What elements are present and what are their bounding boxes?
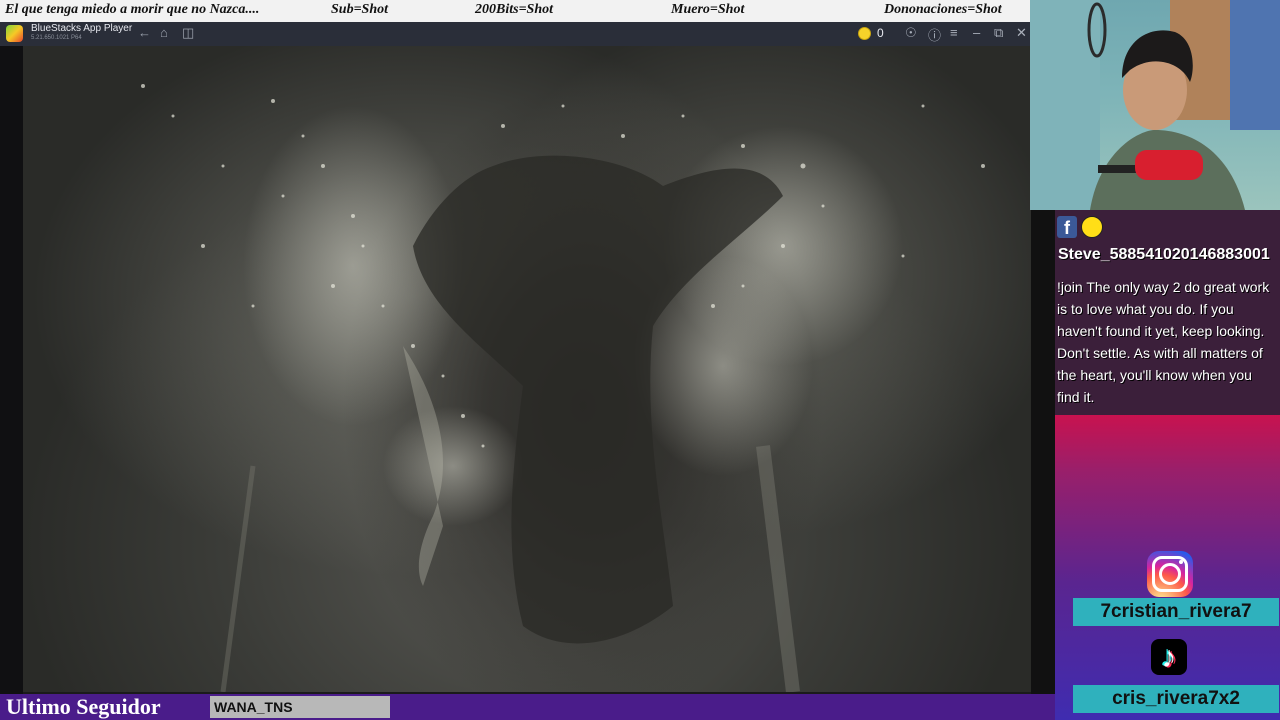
facebook-icon: f [1057,216,1077,238]
account-icon[interactable]: ☉ [905,25,917,41]
restore-icon[interactable]: ⧉ [994,25,1003,41]
tiktok-icon: ♪ [1151,639,1187,675]
last-follower-name: WANA_TNS [210,696,390,718]
help-icon[interactable]: ⓘ [928,25,941,44]
streamer-webcam-image [1030,0,1280,210]
follower-bar: Ultimo Seguidor WANA_TNS [0,694,1055,720]
chat-message: !join The only way 2 do great work is to… [1057,279,1270,405]
back-icon[interactable]: ← [138,25,151,40]
recent-apps-icon[interactable]: ◫ [182,25,194,41]
ticker-item: Sub=Shot [331,2,389,17]
close-icon[interactable]: ✕ [1016,25,1027,41]
socials-panel: 7cristian_rivera7 ♪ cris_rivera7x2 [1055,415,1280,720]
minimize-icon[interactable]: – [973,25,980,40]
underwater-scene-image [141,84,985,692]
tiktok-handle: cris_rivera7x2 [1073,685,1279,713]
overlay-divider [1031,210,1055,696]
instagram-handle: 7cristian_rivera7 [1073,598,1279,626]
ticker-item: Dononaciones=Shot [884,2,1002,17]
coin-count: 0 [877,26,884,40]
ticker-bar: El que tenga miedo a morir que no Nazca.… [0,0,1030,22]
emulator-sidebar [0,46,23,696]
emulator-title-bar: BlueStacks App Player 5.21.650.1021 P64 … [0,22,1030,46]
smiley-icon [1081,216,1103,238]
menu-icon[interactable]: ≡ [950,25,958,40]
coin-icon[interactable] [858,27,871,40]
chat-username: Steve_588541020146883001 [1058,246,1270,263]
ticker-item: 200Bits=Shot [475,2,554,17]
instagram-icon [1147,551,1193,597]
ticker-item: El que tenga miedo a morir que no Nazca.… [5,2,260,17]
chat-panel: f Steve_588541020146883001 !join The onl… [1055,210,1280,415]
ticker-item: Muero=Shot [671,2,745,17]
bluestacks-logo-icon [6,25,23,42]
webcam-feed [1030,0,1280,210]
game-video-area[interactable] [23,46,1031,692]
home-icon[interactable]: ⌂ [160,25,168,40]
last-follower-label: Ultimo Seguidor [6,694,161,719]
emulator-app-title: BlueStacks App Player [31,23,133,34]
emulator-version: 5.21.650.1021 P64 [31,35,82,41]
